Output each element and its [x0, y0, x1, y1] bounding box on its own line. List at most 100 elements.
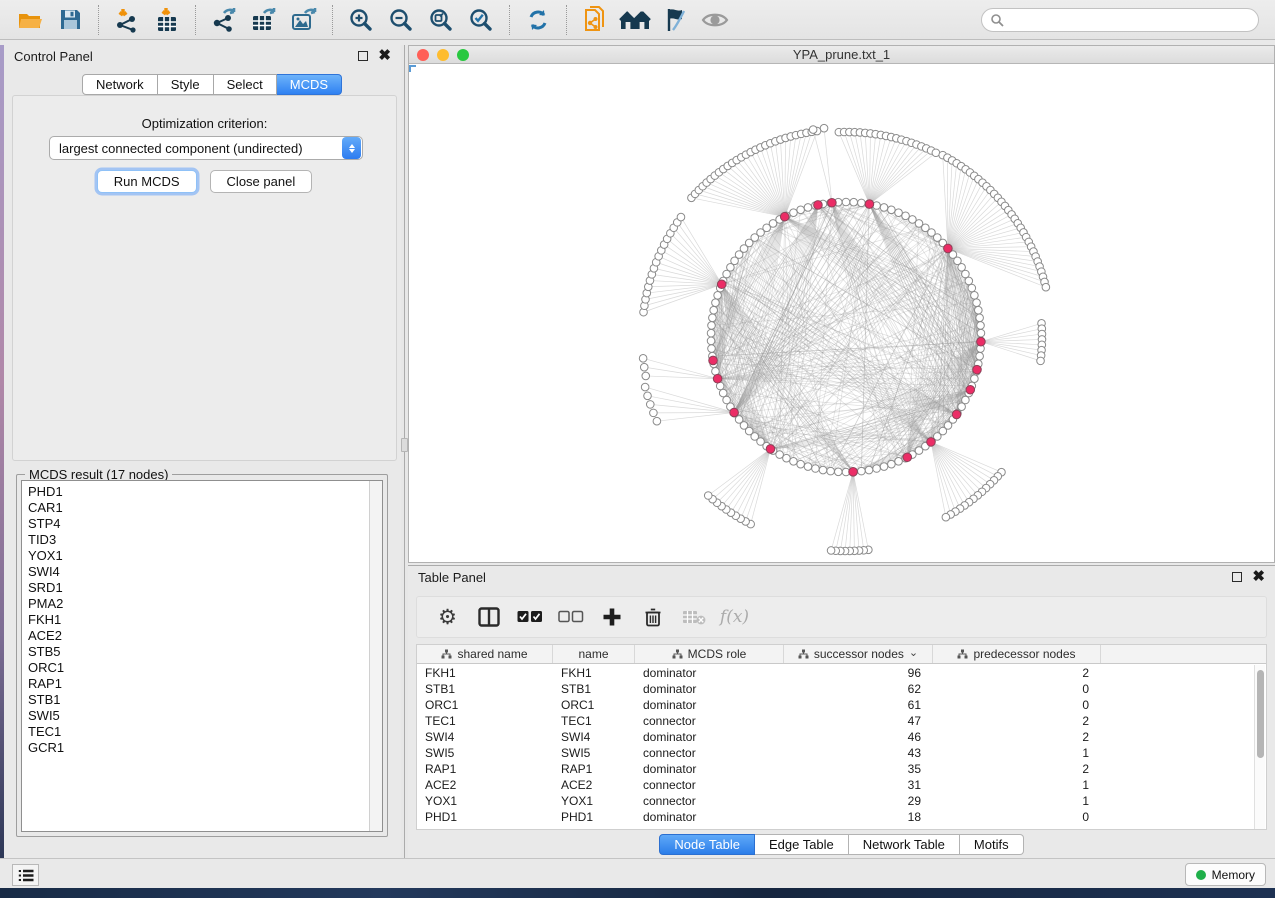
network-overview-button[interactable]	[615, 3, 655, 37]
network-node[interactable]	[809, 126, 817, 134]
network-node[interactable]	[709, 314, 717, 322]
select-all-button[interactable]	[511, 600, 548, 634]
table-row[interactable]: RAP1RAP1dominator352	[417, 761, 1266, 777]
export-table-button[interactable]	[244, 3, 284, 37]
network-node[interactable]	[880, 204, 888, 212]
task-history-button[interactable]	[12, 864, 39, 886]
delete-column-button[interactable]	[634, 600, 671, 634]
network-node[interactable]	[975, 306, 983, 314]
column-header-shared-name[interactable]: shared name	[417, 645, 553, 663]
save-session-button[interactable]	[50, 3, 90, 37]
criterion-dropdown[interactable]: largest connected component (undirected)	[49, 136, 363, 160]
open-session-button[interactable]	[10, 3, 50, 37]
table-scrollbar-thumb[interactable]	[1257, 670, 1264, 758]
network-node[interactable]	[971, 291, 979, 299]
mcds-dominator-node[interactable]	[966, 385, 975, 394]
import-table-button[interactable]	[147, 3, 187, 37]
mcds-dominator-node[interactable]	[903, 453, 912, 462]
export-network-button[interactable]	[204, 3, 244, 37]
mcds-dominator-node[interactable]	[849, 468, 858, 477]
mcds-result-item[interactable]: ORC1	[28, 660, 382, 676]
network-node[interactable]	[639, 355, 647, 363]
table-scrollbar[interactable]	[1254, 665, 1265, 830]
mcds-result-item[interactable]: CAR1	[28, 500, 382, 516]
mcds-dominator-node[interactable]	[780, 212, 789, 221]
mcds-result-item[interactable]: GCR1	[28, 740, 382, 756]
network-node[interactable]	[962, 270, 970, 278]
network-node[interactable]	[642, 372, 650, 380]
network-node[interactable]	[820, 124, 828, 132]
network-node[interactable]	[850, 198, 858, 206]
network-node[interactable]	[714, 291, 722, 299]
zoom-selected-button[interactable]	[461, 3, 501, 37]
network-node[interactable]	[790, 209, 798, 217]
column-header-predecessor-nodes[interactable]: predecessor nodes	[933, 645, 1101, 663]
column-header-name[interactable]: name	[553, 645, 635, 663]
mcds-result-item[interactable]: SWI5	[28, 708, 382, 724]
network-node[interactable]	[858, 467, 866, 475]
network-node[interactable]	[842, 198, 850, 206]
network-node[interactable]	[707, 329, 715, 337]
table-row[interactable]: SWI4SWI4dominator462	[417, 729, 1266, 745]
mcds-result-item[interactable]: SWI4	[28, 564, 382, 580]
zoom-out-button[interactable]	[381, 3, 421, 37]
network-node[interactable]	[812, 465, 820, 473]
network-node[interactable]	[653, 417, 661, 425]
mcds-result-item[interactable]: PMA2	[28, 596, 382, 612]
network-window-titlebar[interactable]: YPA_prune.txt_1	[409, 46, 1274, 64]
mcds-dominator-node[interactable]	[814, 201, 823, 210]
mcds-dominator-node[interactable]	[713, 374, 722, 383]
network-node[interactable]	[712, 299, 720, 307]
column-header-successor-nodes[interactable]: successor nodes⌄	[784, 645, 933, 663]
panel-splitter[interactable]	[401, 45, 408, 858]
memory-button[interactable]: Memory	[1185, 863, 1266, 886]
close-table-panel-icon[interactable]: ✖	[1252, 572, 1265, 582]
search-box[interactable]	[981, 8, 1259, 32]
network-node[interactable]	[977, 322, 985, 330]
mcds-result-scrollbar[interactable]	[369, 481, 382, 831]
mcds-dominator-node[interactable]	[865, 200, 874, 209]
tab-style[interactable]: Style	[158, 74, 214, 95]
network-node[interactable]	[895, 458, 903, 466]
network-graph[interactable]	[409, 65, 1274, 562]
network-node[interactable]	[1042, 283, 1050, 291]
tab-mcds[interactable]: MCDS	[277, 74, 342, 95]
mcds-dominator-node[interactable]	[927, 438, 936, 447]
mcds-result-item[interactable]: ACE2	[28, 628, 382, 644]
export-to-ndex-button[interactable]	[575, 3, 615, 37]
network-node[interactable]	[804, 204, 812, 212]
table-row[interactable]: STB1STB1dominator620	[417, 681, 1266, 697]
table-row[interactable]: SWI5SWI5connector431	[417, 745, 1266, 761]
network-canvas[interactable]	[409, 65, 1274, 562]
network-node[interactable]	[880, 463, 888, 471]
splitter-grip[interactable]	[401, 438, 408, 452]
tab-node-table[interactable]: Node Table	[659, 834, 755, 855]
network-node[interactable]	[797, 206, 805, 214]
mcds-dominator-node[interactable]	[730, 408, 739, 417]
table-row[interactable]: YOX1YOX1connector291	[417, 793, 1266, 809]
zoom-in-button[interactable]	[341, 3, 381, 37]
mcds-result-item[interactable]: RAP1	[28, 676, 382, 692]
network-node[interactable]	[873, 465, 881, 473]
annotation-flag-button[interactable]	[655, 3, 695, 37]
mcds-result-item[interactable]: STB1	[28, 692, 382, 708]
tab-motifs[interactable]: Motifs	[960, 834, 1024, 855]
mcds-result-item[interactable]: FKH1	[28, 612, 382, 628]
mcds-result-item[interactable]: STP4	[28, 516, 382, 532]
network-node[interactable]	[827, 547, 835, 555]
column-settings-button[interactable]: ⚙	[429, 600, 466, 634]
network-node[interactable]	[973, 299, 981, 307]
network-node[interactable]	[708, 345, 716, 353]
column-header-MCDS-role[interactable]: MCDS role	[635, 645, 784, 663]
network-node[interactable]	[641, 383, 649, 391]
network-node[interactable]	[965, 277, 973, 285]
mcds-result-list[interactable]: PHD1CAR1STP4TID3YOX1SWI4SRD1PMA2FKH1ACE2…	[21, 480, 383, 832]
network-node[interactable]	[644, 392, 652, 400]
table-row[interactable]: PHD1PHD1dominator180	[417, 809, 1266, 825]
close-panel-button[interactable]: Close panel	[210, 170, 313, 193]
network-node[interactable]	[650, 409, 658, 417]
deselect-all-button[interactable]	[552, 600, 589, 634]
float-table-panel-icon[interactable]	[1232, 572, 1242, 582]
network-node[interactable]	[804, 463, 812, 471]
mcds-dominator-node[interactable]	[952, 410, 961, 419]
